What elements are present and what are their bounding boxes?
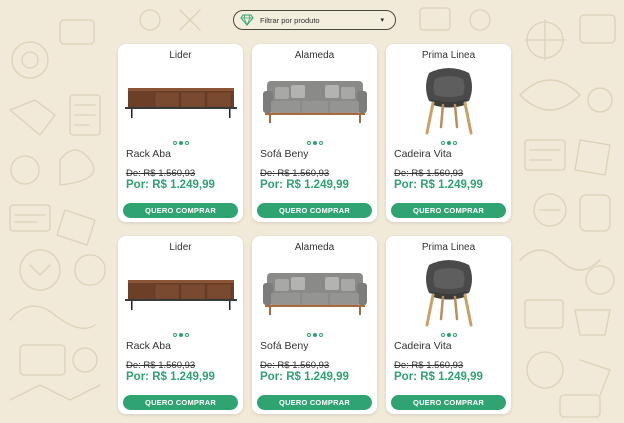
chevron-down-icon: ▾ <box>380 17 384 24</box>
chair-image[interactable] <box>390 256 507 328</box>
product-card: Lider Rack Aba De: R$ 1.560,93 Por: R$ 1… <box>118 44 243 222</box>
carousel-dots <box>386 141 511 145</box>
buy-button[interactable]: QUERO COMPRAR <box>123 203 238 218</box>
filter-dropdown-label: Filtrar por produto <box>260 15 320 25</box>
carousel-dots <box>252 141 377 145</box>
old-price: De: R$ 1.560,93 <box>260 168 330 179</box>
carousel-dot[interactable] <box>318 333 323 337</box>
carousel-dot-active[interactable] <box>178 141 183 145</box>
rack-image[interactable] <box>122 256 239 328</box>
carousel-dot-active[interactable] <box>312 333 317 337</box>
new-price: Por: R$ 1.249,99 <box>260 179 349 191</box>
new-price: Por: R$ 1.249,99 <box>260 371 349 383</box>
product-grid: Lider Rack Aba De: R$ 1.560,93 Por: R$ 1… <box>118 44 511 414</box>
rack-image[interactable] <box>122 64 239 136</box>
product-card: Prima Linea Cadeira Vita De: R$ 1.560,93… <box>386 236 511 414</box>
carousel-dot-active[interactable] <box>446 141 451 145</box>
product-brand: Prima Linea <box>421 242 476 253</box>
diamond-filter-icon <box>239 13 255 27</box>
new-price: Por: R$ 1.249,99 <box>394 371 483 383</box>
product-name: Sofá Beny <box>260 148 309 160</box>
old-price: De: R$ 1.560,93 <box>126 360 196 371</box>
carousel-dot[interactable] <box>184 141 189 145</box>
carousel-dot[interactable] <box>440 333 445 337</box>
carousel-dot[interactable] <box>172 333 177 337</box>
carousel-dot[interactable] <box>440 141 445 145</box>
sofa-image[interactable] <box>256 64 373 136</box>
product-card: Alameda Sofá Beny De: R$ 1.560,93 Por: R… <box>252 44 377 222</box>
product-brand: Alameda <box>294 50 335 61</box>
carousel-dots <box>118 333 243 337</box>
carousel-dot[interactable] <box>184 333 189 337</box>
product-name: Cadeira Vita <box>394 148 452 160</box>
buy-button[interactable]: QUERO COMPRAR <box>257 203 372 218</box>
new-price: Por: R$ 1.249,99 <box>394 179 483 191</box>
carousel-dot[interactable] <box>318 141 323 145</box>
carousel-dot[interactable] <box>306 333 311 337</box>
carousel-dots <box>386 333 511 337</box>
carousel-dot-active[interactable] <box>312 141 317 145</box>
carousel-dots <box>118 141 243 145</box>
product-brand: Lider <box>169 242 192 253</box>
product-name: Sofá Beny <box>260 340 309 352</box>
old-price: De: R$ 1.560,93 <box>126 168 196 179</box>
product-card: Prima Linea Cadeira Vita De: R$ 1.560,93… <box>386 44 511 222</box>
carousel-dot-active[interactable] <box>178 333 183 337</box>
filter-dropdown[interactable]: Filtrar por produto ▾ <box>233 10 396 30</box>
new-price: Por: R$ 1.249,99 <box>126 371 215 383</box>
product-brand: Lider <box>169 50 192 61</box>
product-brand: Alameda <box>294 242 335 253</box>
product-name: Cadeira Vita <box>394 340 452 352</box>
buy-button[interactable]: QUERO COMPRAR <box>257 395 372 410</box>
old-price: De: R$ 1.560,93 <box>394 360 464 371</box>
old-price: De: R$ 1.560,93 <box>394 168 464 179</box>
buy-button[interactable]: QUERO COMPRAR <box>391 203 506 218</box>
sofa-image[interactable] <box>256 256 373 328</box>
carousel-dot[interactable] <box>172 141 177 145</box>
old-price: De: R$ 1.560,93 <box>260 360 330 371</box>
carousel-dot-active[interactable] <box>446 333 451 337</box>
chair-image[interactable] <box>390 64 507 136</box>
carousel-dots <box>252 333 377 337</box>
carousel-dot[interactable] <box>452 333 457 337</box>
carousel-dot[interactable] <box>306 141 311 145</box>
buy-button[interactable]: QUERO COMPRAR <box>123 395 238 410</box>
product-name: Rack Aba <box>126 340 171 352</box>
product-card: Alameda Sofá Beny De: R$ 1.560,93 Por: R… <box>252 236 377 414</box>
product-brand: Prima Linea <box>421 50 476 61</box>
product-name: Rack Aba <box>126 148 171 160</box>
carousel-dot[interactable] <box>452 141 457 145</box>
buy-button[interactable]: QUERO COMPRAR <box>391 395 506 410</box>
product-card: Lider Rack Aba De: R$ 1.560,93 Por: R$ 1… <box>118 236 243 414</box>
new-price: Por: R$ 1.249,99 <box>126 179 215 191</box>
